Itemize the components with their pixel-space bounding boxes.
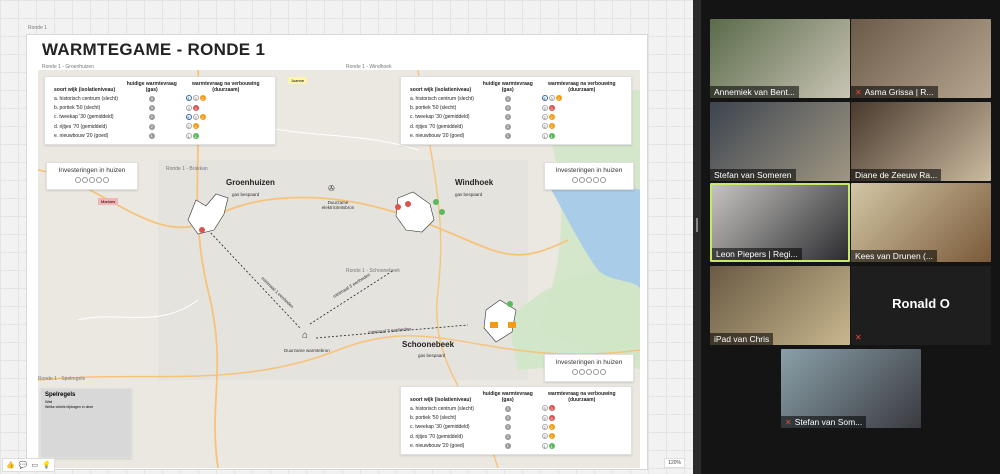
table-card-schoonebeek: soort wijk (isolatieniveau) huidige warm…	[400, 386, 632, 455]
table-row: a. historisch centrum (slecht) 3 €3 2	[54, 95, 206, 102]
wind-turbine-icon: ✇	[328, 184, 335, 193]
thumbs-up-icon[interactable]: 👍	[6, 461, 15, 469]
whiteboard-canvas[interactable]: Ronde 1 WARMTEGAME - RONDE 1 Ronde 1 - G…	[0, 0, 693, 474]
table-row: e. nieuwbouw '20 (goed) 1 1 1	[410, 442, 555, 450]
zoom-level[interactable]: 120%	[664, 458, 685, 468]
frame-label: Ronde 1	[28, 25, 47, 31]
board-toolbar: 👍 💬 ▭ 💡	[2, 458, 55, 472]
table-card-groenhuizen: soort wijk (isolatieniveau) huidige warm…	[44, 76, 276, 145]
participant-tile[interactable]: iPad van Chris	[710, 266, 850, 345]
drag-handle-icon[interactable]	[696, 218, 698, 232]
table-row: c. tweekap '30 (gemiddeld) 2 €2 2	[54, 113, 206, 121]
table-row: b. portiek '50 (slecht) 3 3 3	[410, 104, 555, 112]
participant-tile-active[interactable]: Leon Piepers | Regi...	[710, 183, 850, 262]
participant-name: ✕ Asma Grissa | R...	[851, 86, 938, 98]
participant-name: Annemiek van Bent...	[710, 86, 799, 98]
table-card-windhoek: soort wijk (isolatieniveau) huidige warm…	[400, 76, 632, 145]
sticky-joanne[interactable]: Joanne	[288, 77, 308, 84]
video-panel: Annemiek van Bent... ✕ Asma Grissa | R...…	[701, 0, 1000, 474]
table-row: d. rijtjes '70 (gemiddeld) 2 2 2	[54, 123, 199, 130]
table-row: d. rijtjes '70 (gemiddeld) 2 2 2	[410, 123, 555, 130]
label-schoonebeek: Ronde 1 - Schoonebeek	[346, 268, 400, 274]
coin-slots	[53, 177, 131, 185]
mic-muted-icon: ✕	[855, 88, 862, 97]
col-current: huidige warmtevraag (gas)	[126, 81, 177, 93]
place-schoonebeek: Schoonebeek	[402, 340, 455, 349]
label-groenhuizen: Ronde 1 - Groenhuizen	[42, 64, 94, 70]
label-brakkan: Ronde 1 - Brakkan	[166, 166, 208, 172]
participant-tile[interactable]: ✕ Stefan van Som...	[781, 349, 921, 428]
table-row: c. tweekap '30 (gemiddeld) 2 2 2	[410, 113, 555, 121]
participant-tile[interactable]: Diane de Zeeuw Ra...	[851, 102, 991, 181]
place-windhoek: Windhoek	[455, 178, 494, 187]
participant-tile[interactable]: Stefan van Someren	[710, 102, 850, 181]
participant-tile[interactable]: Kees van Drunen (...	[851, 183, 991, 262]
col-after: warmtevraag na verbouwing (duurzaam)	[192, 81, 260, 93]
participant-name: Stefan van Someren	[710, 169, 796, 181]
table-row: e. nieuwbouw '20 (goed) 1 1 1	[410, 132, 555, 140]
page-title: WARMTEGAME - RONDE 1	[42, 40, 266, 59]
idea-icon[interactable]: 💡	[42, 461, 51, 469]
place-groenhuizen: Groenhuizen	[226, 178, 275, 187]
elec-source-label: Duurzame elektriciteitsbron	[321, 200, 355, 210]
table-row: d. rijtjes '70 (gemiddeld) 2 2 2	[410, 433, 555, 440]
participant-name: iPad van Chris	[710, 333, 774, 345]
participant-name: Kees van Drunen (...	[851, 250, 937, 262]
participant-name: Diane de Zeeuw Ra...	[851, 169, 942, 181]
rules-card: Spelregels Wat Welke cirkels bijdragen i…	[40, 388, 132, 458]
sticky-marloes[interactable]: Marloes	[98, 198, 119, 205]
comment-icon[interactable]: 💬	[19, 461, 28, 469]
invest-card-schoonebeek: Investeringen in huizen	[544, 354, 634, 382]
label-windhoek: Ronde 1 - Windhoek	[346, 64, 392, 70]
participant-tile[interactable]: Ronald O ✕	[851, 266, 991, 345]
factory-icon: ⌂	[302, 330, 309, 341]
gas-saved-schoonebeek: gas bespaard	[418, 353, 446, 358]
heat-source-label: Duurzame warmtebron	[284, 348, 330, 353]
video-icon[interactable]: ▭	[31, 461, 38, 469]
table-row: a. historisch centrum (slecht) 3 3 3	[410, 405, 555, 412]
table-row: a. historisch centrum (slecht) 3 €3 2	[410, 95, 562, 102]
participant-tile[interactable]: Annemiek van Bent...	[710, 19, 850, 98]
table-row: b. portiek '50 (slecht) 3 3 3	[410, 414, 555, 422]
participant-name: ✕ Stefan van Som...	[781, 416, 867, 428]
participant-name: Leon Piepers | Regi...	[712, 248, 802, 260]
participant-name-large: Ronald O	[892, 296, 950, 311]
mic-muted-icon: ✕	[785, 418, 792, 427]
gas-saved-groenhuizen: gas bespaard	[232, 192, 260, 197]
label-spelregels: Ronde 1 - Spelregels	[38, 376, 85, 382]
table-row: c. tweekap '30 (gemiddeld) 2 2 2	[410, 423, 555, 431]
mic-muted-icon: ✕	[855, 333, 862, 342]
table-row: e. nieuwbouw '20 (goed) 1 1 1	[54, 132, 199, 140]
gas-saved-windhoek: gas bespaard	[455, 192, 483, 197]
col-type: soort wijk (isolatieniveau)	[54, 87, 116, 93]
participant-tile[interactable]: ✕ Asma Grissa | R...	[851, 19, 991, 98]
warmth-table: soort wijk (isolatieniveau) huidige warm…	[51, 80, 269, 141]
invest-card-windhoek: Investeringen in huizen	[544, 162, 634, 190]
panel-divider[interactable]	[693, 0, 701, 474]
invest-card-groenhuizen: Investeringen in huizen	[46, 162, 138, 190]
table-row: b. portiek '50 (slecht) 3 3 3	[54, 104, 199, 112]
